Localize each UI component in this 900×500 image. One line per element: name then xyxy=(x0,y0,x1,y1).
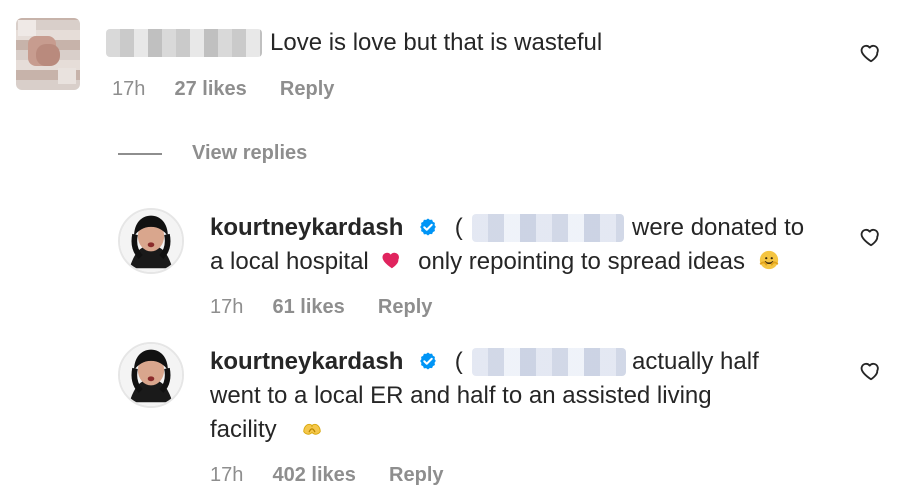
comment-text: Love is love but that is wasteful xyxy=(270,29,603,56)
reply-text-2-line-3: facility xyxy=(210,416,277,443)
like-button[interactable] xyxy=(860,360,882,387)
heart-outline-icon xyxy=(860,44,879,63)
mention-prefix: ( xyxy=(454,214,463,241)
mention-prefix: ( xyxy=(454,348,463,375)
reply-meta-1: 17h 61 likes Reply xyxy=(210,294,432,320)
profile-photo xyxy=(120,210,182,272)
verified-badge-icon xyxy=(420,352,436,370)
reply-meta-2: 17h 402 likes Reply xyxy=(210,462,444,488)
heart-hands-emoji xyxy=(303,423,322,435)
hugging-face-emoji xyxy=(759,250,778,270)
mention-blurred xyxy=(472,348,626,376)
heart-outline-icon xyxy=(860,362,879,381)
username[interactable]: kourtneykardash xyxy=(210,214,403,241)
reply-line-3: facility xyxy=(210,413,335,447)
like-button[interactable] xyxy=(860,226,882,253)
reply-likes[interactable]: 61 likes xyxy=(273,296,345,318)
verified-badge-icon xyxy=(420,218,436,236)
reply-time: 17h xyxy=(210,464,244,486)
reply-text-2-rest: actually half xyxy=(632,348,759,375)
reply-button[interactable]: Reply xyxy=(389,464,443,486)
reply-line-1: kourtneykardash ( xyxy=(210,345,463,379)
reply-text-1-rest: were donated to xyxy=(632,214,805,241)
reply-line-1: kourtneykardash ( xyxy=(210,211,463,245)
red-heart-emoji xyxy=(382,252,400,269)
reply-text-2-line-2: went to a local ER and half to an assist… xyxy=(210,382,712,409)
avatar-blurred xyxy=(16,18,80,90)
view-replies-link[interactable]: View replies xyxy=(192,140,307,166)
avatar[interactable] xyxy=(118,342,184,408)
reply-line-2: a local hospital only repointing to spre… xyxy=(210,245,780,279)
comment-likes[interactable]: 27 likes xyxy=(175,78,247,100)
avatar[interactable] xyxy=(118,208,184,274)
comment-meta: 17h 27 likes Reply xyxy=(112,76,334,102)
profile-photo xyxy=(120,344,182,406)
username-blurred xyxy=(106,29,262,57)
reply-button[interactable]: Reply xyxy=(280,78,334,100)
comment-time: 17h xyxy=(112,78,146,100)
reply-text-1-line-2: a local hospital xyxy=(210,248,369,275)
reply-likes[interactable]: 402 likes xyxy=(273,464,356,486)
reply-time: 17h xyxy=(210,296,244,318)
heart-outline-icon xyxy=(860,228,879,247)
mention-blurred xyxy=(472,214,624,242)
view-replies-divider xyxy=(118,153,162,155)
username[interactable]: kourtneykardash xyxy=(210,348,403,375)
reply-text-1-line-2-rest: only repointing to spread ideas xyxy=(418,248,745,275)
like-button[interactable] xyxy=(860,42,882,69)
reply-button[interactable]: Reply xyxy=(378,296,432,318)
